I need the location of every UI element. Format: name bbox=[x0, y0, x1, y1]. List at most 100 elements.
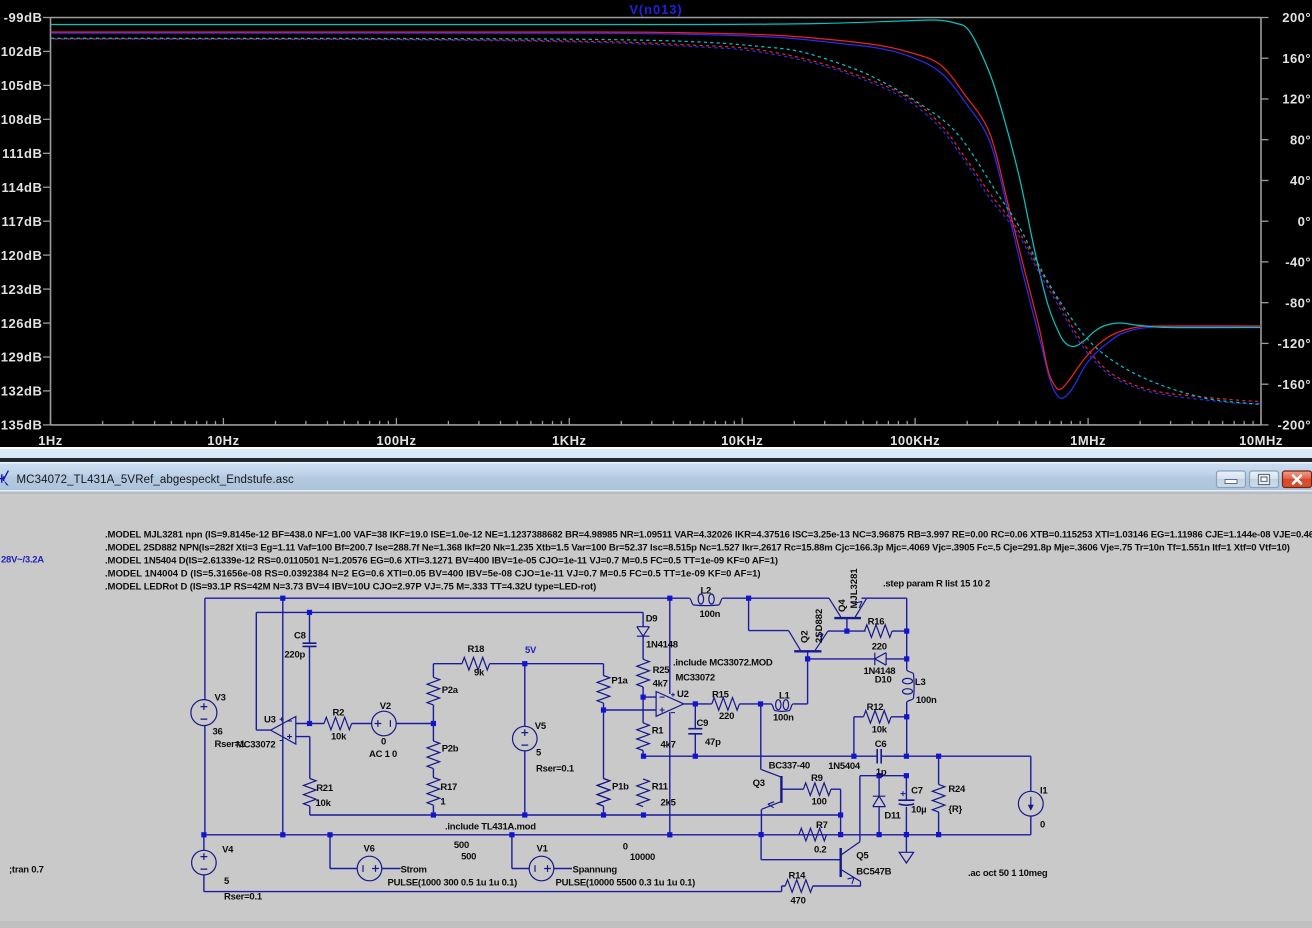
svg-text:100n: 100n bbox=[916, 695, 937, 706]
svg-text:R21: R21 bbox=[316, 783, 334, 794]
svg-text:1MHz: 1MHz bbox=[1070, 433, 1106, 448]
svg-text:P1a: P1a bbox=[611, 676, 628, 687]
svg-text:160°: 160° bbox=[1282, 51, 1311, 66]
svg-text:Q5: Q5 bbox=[856, 851, 869, 862]
svg-text:47p: 47p bbox=[705, 737, 721, 748]
svg-text:100: 100 bbox=[812, 797, 827, 808]
svg-text:P1b: P1b bbox=[612, 782, 629, 793]
svg-text:-160°: -160° bbox=[1278, 377, 1311, 392]
svg-text:114dB: 114dB bbox=[1, 180, 42, 195]
svg-text:40°: 40° bbox=[1290, 173, 1311, 188]
svg-text:AC 1 0: AC 1 0 bbox=[369, 749, 397, 760]
svg-text:126dB: 126dB bbox=[1, 316, 43, 331]
svg-text:R2: R2 bbox=[333, 708, 345, 719]
svg-text:1Hz: 1Hz bbox=[38, 433, 63, 448]
svg-text:R24: R24 bbox=[948, 784, 966, 795]
svg-text:5V: 5V bbox=[525, 645, 537, 656]
svg-text:0.2: 0.2 bbox=[814, 845, 826, 856]
svg-text:.ac oct 50 1 10meg: .ac oct 50 1 10meg bbox=[968, 868, 1048, 879]
svg-text:P2a: P2a bbox=[442, 685, 459, 696]
svg-text:108dB: 108dB bbox=[1, 112, 43, 127]
svg-text:D10: D10 bbox=[875, 674, 892, 685]
svg-text:10µ: 10µ bbox=[911, 805, 926, 816]
svg-text:-120°: -120° bbox=[1278, 336, 1311, 351]
svg-text:10k: 10k bbox=[316, 798, 332, 809]
svg-text:220p: 220p bbox=[284, 650, 305, 661]
svg-text:MJL3281: MJL3281 bbox=[849, 568, 860, 609]
svg-text:C9: C9 bbox=[697, 718, 709, 729]
svg-text:10k: 10k bbox=[331, 732, 347, 743]
svg-text:80°: 80° bbox=[1290, 132, 1311, 147]
svg-text:500: 500 bbox=[461, 851, 476, 862]
svg-text:{R}: {R} bbox=[948, 804, 962, 815]
svg-text:-99dB: -99dB bbox=[4, 10, 43, 25]
svg-text:Rser=0.1: Rser=0.1 bbox=[536, 763, 575, 774]
svg-text:U2: U2 bbox=[677, 689, 689, 700]
svg-text:0: 0 bbox=[623, 841, 628, 852]
svg-text:123dB: 123dB bbox=[1, 282, 43, 297]
svg-text:.MODEL LEDRot D (IS=93.1P RS=4: .MODEL LEDRot D (IS=93.1P RS=42M N=3.73 … bbox=[105, 582, 596, 593]
svg-text:U3: U3 bbox=[264, 715, 276, 726]
svg-text:-80°: -80° bbox=[1285, 295, 1311, 310]
svg-text:4k7: 4k7 bbox=[653, 679, 668, 690]
svg-text:500: 500 bbox=[454, 840, 469, 851]
svg-text:.step param R list 15 10 2: .step param R list 15 10 2 bbox=[883, 579, 990, 590]
svg-text:I1: I1 bbox=[1040, 786, 1048, 797]
svg-text:10k: 10k bbox=[872, 725, 888, 736]
svg-text:129dB: 129dB bbox=[1, 350, 43, 365]
svg-text:V3: V3 bbox=[215, 693, 226, 704]
svg-text:0: 0 bbox=[381, 737, 386, 748]
svg-text:V1: V1 bbox=[537, 844, 549, 855]
svg-text:D9: D9 bbox=[646, 614, 658, 625]
svg-text:.MODEL 1N4004 D (IS=5.31656e-0: .MODEL 1N4004 D (IS=5.31656e-08 RS=0.039… bbox=[105, 569, 761, 580]
svg-text:-40°: -40° bbox=[1285, 255, 1311, 270]
svg-text:10000: 10000 bbox=[630, 852, 655, 863]
svg-text:.MODEL MJL3281 npn (IS=9.8145e: .MODEL MJL3281 npn (IS=9.8145e-12 BF=438… bbox=[105, 530, 1312, 541]
svg-text:132dB: 132dB bbox=[1, 384, 43, 399]
svg-text:.include MC33072.MOD: .include MC33072.MOD bbox=[673, 658, 773, 669]
svg-text:Rser=0.1: Rser=0.1 bbox=[224, 892, 263, 903]
svg-text:L3: L3 bbox=[915, 677, 926, 688]
svg-text:.MODEL 2SD882 NPN(Is=282f Xti=: .MODEL 2SD882 NPN(Is=282f Xti=3 Eg=1.11 … bbox=[105, 543, 1290, 554]
svg-text:105dB: 105dB bbox=[1, 78, 43, 93]
svg-text:D11: D11 bbox=[884, 811, 901, 822]
svg-text:200°: 200° bbox=[1282, 10, 1311, 25]
svg-text:9k: 9k bbox=[474, 667, 485, 678]
svg-text:PULSE(1000 300 0.5 1u 1u 0.1): PULSE(1000 300 0.5 1u 1u 0.1) bbox=[388, 878, 518, 889]
svg-text:102dB: 102dB bbox=[1, 44, 43, 59]
svg-text:.MODEL 1N5404 D(IS=2.61339e-12: .MODEL 1N5404 D(IS=2.61339e-12 RS=0.0110… bbox=[105, 556, 778, 567]
svg-text:R16: R16 bbox=[868, 617, 885, 628]
svg-text:-200°: -200° bbox=[1278, 418, 1311, 433]
svg-text:36: 36 bbox=[213, 726, 223, 737]
svg-text:R18: R18 bbox=[468, 644, 485, 655]
svg-text:MC33072: MC33072 bbox=[236, 740, 275, 751]
svg-text:1N4148: 1N4148 bbox=[646, 640, 678, 651]
svg-text:0°: 0° bbox=[1298, 214, 1311, 229]
svg-text:V5: V5 bbox=[535, 721, 547, 732]
svg-text:28V~/3.2A: 28V~/3.2A bbox=[1, 554, 44, 565]
svg-text:R17: R17 bbox=[440, 782, 457, 793]
svg-text:0: 0 bbox=[1040, 820, 1045, 831]
svg-text:R9: R9 bbox=[811, 773, 823, 784]
svg-text:220: 220 bbox=[872, 641, 887, 652]
svg-text:C6: C6 bbox=[875, 739, 887, 750]
svg-text:Spannung: Spannung bbox=[573, 864, 618, 875]
svg-text:V2: V2 bbox=[380, 701, 391, 712]
svg-text:100n: 100n bbox=[700, 609, 721, 620]
svg-text:.include TL431A.mod: .include TL431A.mod bbox=[445, 822, 536, 833]
svg-text:R14: R14 bbox=[789, 870, 807, 881]
svg-text:V4: V4 bbox=[222, 845, 234, 856]
svg-text:100KHz: 100KHz bbox=[890, 433, 940, 448]
svg-text:470: 470 bbox=[791, 896, 806, 907]
svg-text:10Hz: 10Hz bbox=[207, 433, 239, 448]
svg-text:MC34072_TL431A_5VRef_abgespeck: MC34072_TL431A_5VRef_abgespeckt_Endstufe… bbox=[17, 474, 295, 486]
svg-text:135dB: 135dB bbox=[1, 418, 43, 433]
svg-text:120dB: 120dB bbox=[1, 248, 43, 263]
svg-text:L2: L2 bbox=[701, 586, 712, 597]
svg-text:100Hz: 100Hz bbox=[376, 433, 416, 448]
svg-text:P2b: P2b bbox=[442, 743, 459, 754]
svg-text:10MHz: 10MHz bbox=[1239, 433, 1283, 448]
svg-text:1p: 1p bbox=[876, 767, 887, 778]
svg-text:111dB: 111dB bbox=[2, 146, 42, 161]
svg-text:Q3: Q3 bbox=[753, 778, 765, 789]
